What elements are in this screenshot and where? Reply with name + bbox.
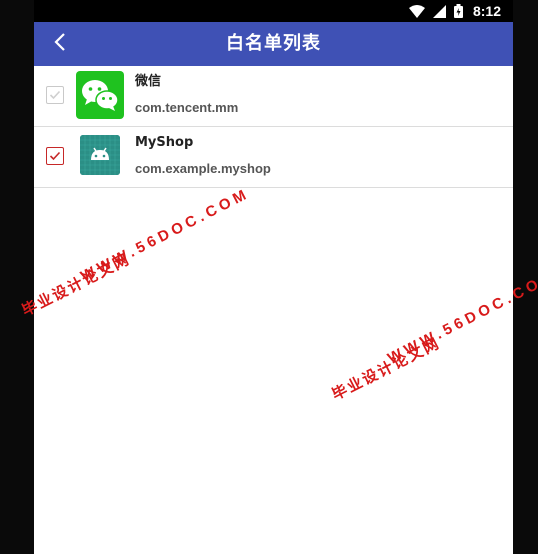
app-name: 微信 — [135, 74, 162, 89]
list-item-wechat[interactable]: 微信 com.tencent.mm — [34, 66, 513, 127]
app-package: com.example.myshop — [135, 161, 271, 176]
status-bar: 8:12 — [34, 0, 513, 22]
page-title: 白名单列表 — [226, 33, 321, 54]
signal-icon — [432, 4, 446, 18]
wifi-icon — [408, 4, 425, 18]
device-bezel-right — [513, 0, 538, 554]
app-name: MyShop — [135, 135, 194, 150]
checkbox-unchecked[interactable] — [46, 86, 64, 104]
app-package: com.tencent.mm — [135, 100, 239, 115]
item-text: 微信 com.tencent.mm — [135, 74, 238, 116]
phone-screen: 8:12 白名单列表 微信 com.tencent.mm MyShop com.… — [34, 0, 513, 554]
android-icon — [80, 135, 120, 175]
whitelist-list: 微信 com.tencent.mm MyShop com.example.mys… — [34, 66, 513, 188]
battery-icon — [453, 4, 463, 18]
status-time: 8:12 — [472, 3, 501, 19]
app-bar: 白名单列表 — [34, 22, 513, 66]
device-bezel-left — [0, 0, 34, 554]
item-text: MyShop com.example.myshop — [135, 135, 271, 177]
wechat-icon — [76, 71, 124, 119]
list-item-myshop[interactable]: MyShop com.example.myshop — [34, 127, 513, 188]
page: 8:12 白名单列表 微信 com.tencent.mm MyShop com.… — [0, 0, 538, 554]
checkbox-checked[interactable] — [46, 147, 64, 165]
